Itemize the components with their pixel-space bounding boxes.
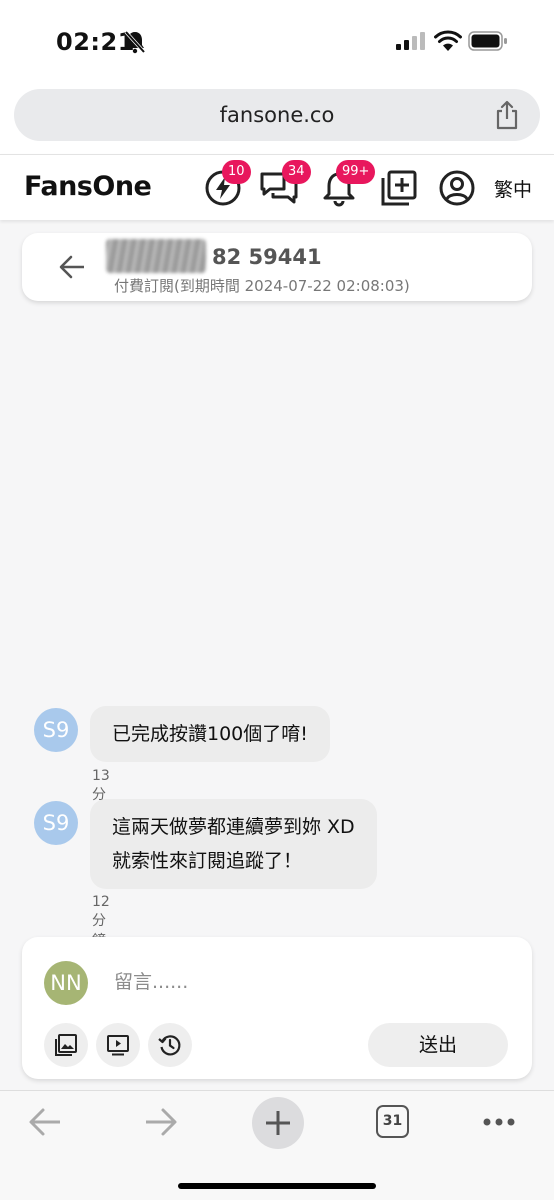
home-indicator — [178, 1183, 376, 1189]
back-arrow-icon[interactable] — [58, 255, 86, 279]
status-bar: 02:21 — [0, 0, 554, 80]
redacted-name — [106, 239, 206, 273]
browser-address-area: fansone.co — [0, 80, 554, 154]
history-icon — [158, 1035, 181, 1056]
notifications-badge: 99+ — [336, 160, 376, 184]
bell-muted-icon — [124, 30, 146, 54]
upload-video-button[interactable] — [96, 1023, 140, 1067]
message-bubble: 這兩天做夢都連續夢到妳 XD 就索性來訂閱追蹤了！ — [90, 799, 377, 889]
subscription-expiry: 付費訂閱(到期時間 2024-07-22 02:08:03) — [114, 277, 410, 295]
back-icon[interactable] — [28, 1107, 62, 1137]
my-avatar: NN — [44, 961, 88, 1005]
sender-avatar[interactable]: S9 — [34, 708, 78, 752]
new-tab-button[interactable] — [252, 1097, 304, 1149]
user-profile-icon[interactable] — [438, 169, 476, 207]
image-icon — [55, 1034, 77, 1056]
messages-badge: 34 — [282, 160, 311, 184]
chat-user-name: 82 59441 — [212, 245, 322, 269]
plus-icon — [266, 1111, 290, 1135]
sender-avatar[interactable]: S9 — [34, 801, 78, 845]
wifi-icon — [434, 30, 462, 51]
more-options-icon[interactable] — [482, 1117, 516, 1127]
video-icon — [107, 1035, 129, 1056]
share-icon[interactable] — [494, 100, 520, 130]
comment-composer: NN 留言...... 送出 — [22, 937, 532, 1079]
cellular-signal-icon — [396, 32, 425, 50]
message-text-line: 已完成按讚100個了唷! — [112, 723, 308, 745]
add-post-icon[interactable] — [380, 169, 418, 207]
comment-input[interactable]: 留言...... — [114, 967, 188, 994]
message-text-line: 就索性來訂閱追蹤了！ — [112, 850, 303, 872]
fansone-logo[interactable]: FansOne — [24, 171, 152, 202]
message-bubble: 已完成按讚100個了唷! — [90, 706, 330, 762]
chat-info-card: 82 59441 付費訂閱(到期時間 2024-07-22 02:08:03) — [22, 233, 532, 301]
browser-toolbar: 31 — [0, 1090, 554, 1200]
message-text-line: 這兩天做夢都連續夢到妳 XD — [112, 816, 355, 838]
language-switch[interactable]: 繁中 — [494, 175, 532, 202]
battery-icon — [468, 31, 507, 51]
upload-image-button[interactable] — [44, 1023, 88, 1067]
tab-switcher[interactable]: 31 — [376, 1105, 409, 1138]
flash-badge: 10 — [222, 160, 251, 184]
site-header: FansOne 10 34 99+ 繁中 — [0, 154, 554, 220]
url-text[interactable]: fansone.co — [14, 103, 540, 127]
forward-icon[interactable] — [144, 1107, 178, 1137]
history-button[interactable] — [148, 1023, 192, 1067]
send-button[interactable]: 送出 — [368, 1023, 508, 1067]
address-bar[interactable]: fansone.co — [14, 89, 540, 141]
